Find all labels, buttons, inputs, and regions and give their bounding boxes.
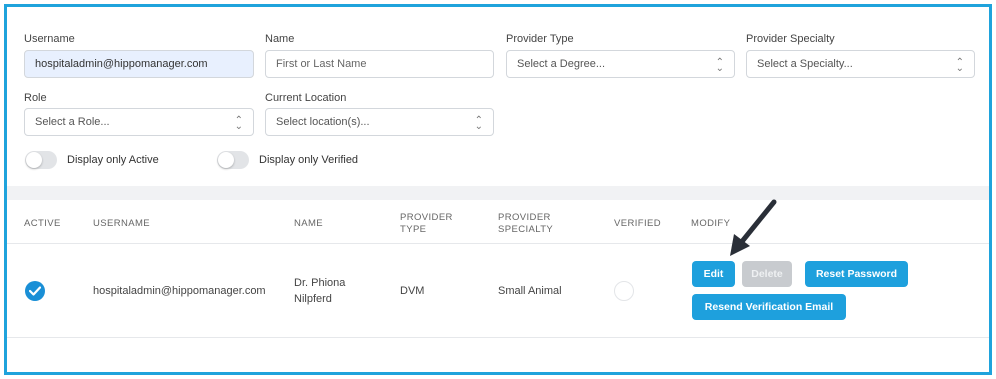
cell-name-line2: Nilpferd bbox=[294, 293, 332, 305]
username-value: hospitaladmin@hippomanager.com bbox=[35, 58, 208, 70]
toggle-active-switch[interactable] bbox=[25, 151, 57, 169]
name-label: Name bbox=[265, 33, 295, 45]
delete-button[interactable]: Delete bbox=[742, 261, 792, 287]
toggle-active-row: Display only Active bbox=[25, 151, 159, 169]
up-down-chevron-icon: ⌃ ⌄ bbox=[715, 57, 724, 74]
cell-provider-type: DVM bbox=[400, 285, 425, 297]
current-location-value: Select location(s)... bbox=[276, 116, 370, 128]
cell-name-line1: Dr. Phiona bbox=[294, 277, 346, 289]
th-provider-type: PROVIDER TYPE bbox=[400, 212, 453, 236]
provider-type-value: Select a Degree... bbox=[517, 58, 606, 70]
checkmark-circle-icon bbox=[25, 281, 45, 301]
up-down-chevron-icon: ⌃ ⌄ bbox=[234, 115, 243, 132]
th-provider-specialty-line1: PROVIDER bbox=[498, 212, 551, 223]
th-provider-specialty-line2: SPECIALTY bbox=[498, 224, 554, 235]
resend-verification-email-button[interactable]: Resend Verification Email bbox=[692, 294, 846, 320]
edit-button[interactable]: Edit bbox=[692, 261, 735, 287]
table-row: hospitaladmin@hippomanager.com Dr. Phion… bbox=[7, 244, 989, 338]
up-down-chevron-icon: ⌃ ⌄ bbox=[474, 115, 483, 132]
th-provider-type-line2: TYPE bbox=[400, 224, 427, 235]
pointer-arrow-icon bbox=[730, 199, 777, 256]
th-provider-specialty: PROVIDER SPECIALTY bbox=[498, 212, 553, 236]
toggle-verified-row: Display only Verified bbox=[217, 151, 358, 169]
toggle-verified-label: Display only Verified bbox=[259, 154, 359, 166]
role-select[interactable]: Select a Role... ⌃ ⌄ bbox=[24, 108, 254, 136]
cell-provider-specialty: Small Animal bbox=[498, 285, 562, 297]
provider-specialty-value: Select a Specialty... bbox=[757, 58, 853, 70]
provider-type-label: Provider Type bbox=[506, 33, 574, 45]
role-label: Role bbox=[24, 92, 47, 104]
verified-indicator bbox=[614, 281, 634, 301]
provider-specialty-select[interactable]: Select a Specialty... ⌃ ⌄ bbox=[746, 50, 975, 78]
name-input[interactable]: First or Last Name bbox=[265, 50, 494, 78]
th-provider-type-line1: PROVIDER bbox=[400, 212, 453, 223]
current-location-label: Current Location bbox=[265, 92, 347, 104]
toggle-active-label: Display only Active bbox=[67, 154, 159, 166]
provider-type-select[interactable]: Select a Degree... ⌃ ⌄ bbox=[506, 50, 735, 78]
current-location-select[interactable]: Select location(s)... ⌃ ⌄ bbox=[265, 108, 494, 136]
th-name: NAME bbox=[294, 218, 324, 229]
th-verified: VERIFIED bbox=[614, 218, 662, 229]
provider-specialty-label: Provider Specialty bbox=[746, 33, 835, 45]
username-input[interactable]: hospitaladmin@hippomanager.com bbox=[24, 50, 254, 78]
th-username: USERNAME bbox=[93, 218, 151, 229]
toggle-verified-switch[interactable] bbox=[217, 151, 249, 169]
cell-username: hospitaladmin@hippomanager.com bbox=[93, 285, 266, 297]
reset-password-button[interactable]: Reset Password bbox=[805, 261, 908, 287]
cell-name: Dr. Phiona Nilpferd bbox=[294, 275, 345, 307]
name-placeholder: First or Last Name bbox=[276, 58, 367, 70]
table-header: ACTIVE USERNAME NAME PROVIDER TYPE PROVI… bbox=[7, 200, 989, 244]
th-active: ACTIVE bbox=[24, 218, 61, 229]
up-down-chevron-icon: ⌃ ⌄ bbox=[955, 57, 964, 74]
role-value: Select a Role... bbox=[35, 116, 110, 128]
username-label: Username bbox=[24, 33, 75, 45]
section-divider bbox=[7, 186, 989, 200]
